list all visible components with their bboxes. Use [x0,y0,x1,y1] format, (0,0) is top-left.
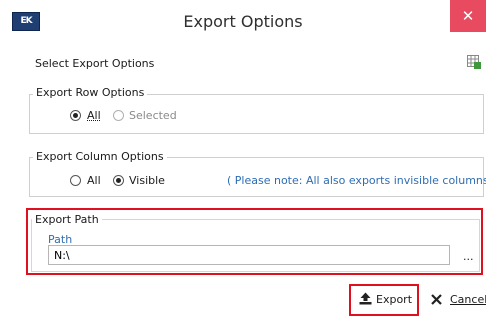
column-visible-label[interactable]: Visible [129,174,165,187]
column-all-radio[interactable] [70,175,81,186]
row-options-title: Export Row Options [33,86,148,99]
grid-settings-icon[interactable] [467,55,481,69]
row-selected-radio[interactable] [113,110,124,121]
browse-button[interactable]: ... [463,250,474,263]
row-selected-label[interactable]: Selected [129,109,177,122]
close-icon: ✕ [461,7,475,25]
row-all-label[interactable]: All [87,109,101,122]
export-button-label: Export [376,293,413,306]
column-options-title: Export Column Options [33,150,167,163]
cancel-x-icon [431,294,442,305]
row-all-radio[interactable] [70,110,81,121]
column-all-label[interactable]: All [87,174,101,187]
export-path-title: Export Path [32,213,102,226]
select-options-label: Select Export Options [35,57,155,70]
cancel-button[interactable]: Cancel [428,289,486,311]
cancel-button-label: Cancel [450,293,486,306]
window-title: Export Options [183,12,303,31]
column-options-note: ( Please note: All also exports invisibl… [227,174,486,187]
export-upload-icon [359,292,372,305]
close-button[interactable]: ✕ [450,0,486,32]
column-visible-radio[interactable] [113,175,124,186]
path-input[interactable] [48,245,450,265]
export-button[interactable]: Export [355,289,415,311]
